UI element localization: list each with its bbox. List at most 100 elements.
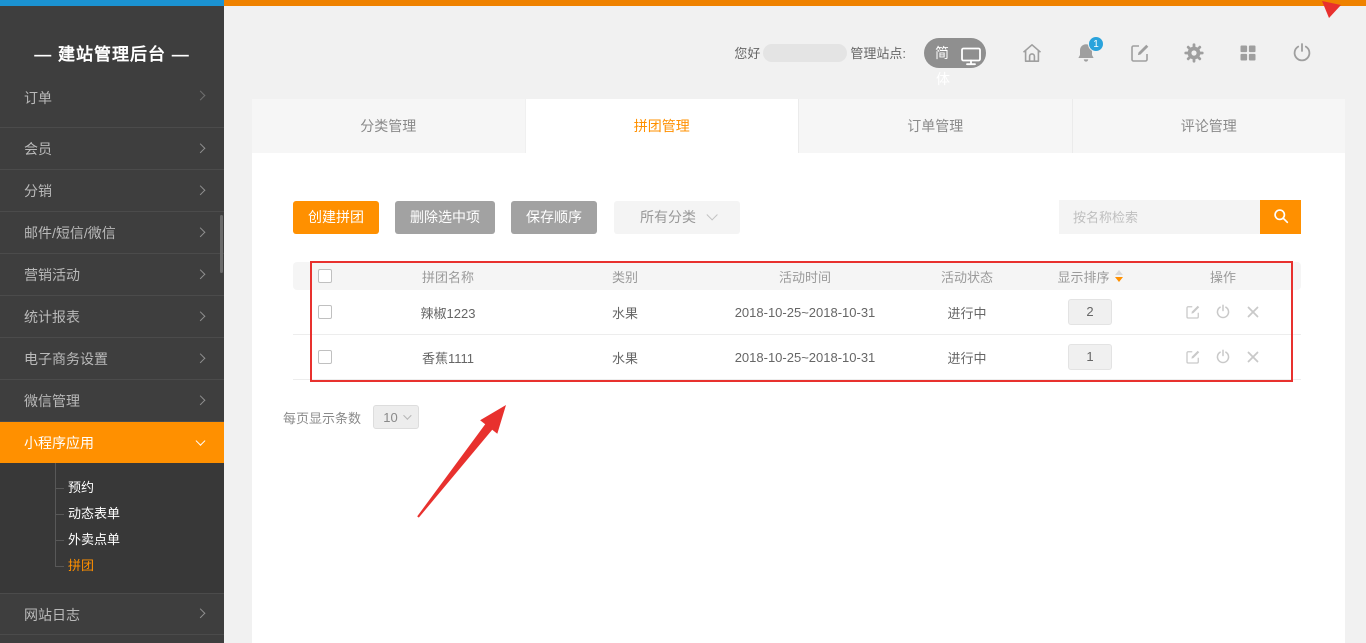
search-group (1059, 200, 1301, 234)
submenu-item-takeout-order[interactable]: 外卖点单 (0, 527, 224, 553)
chevron-right-icon (196, 227, 206, 237)
chevron-down-icon (196, 435, 206, 445)
tab-label: 拼团管理 (634, 116, 690, 136)
tab-comment-management[interactable]: 评论管理 (1072, 99, 1346, 153)
content-top-strip (224, 0, 1366, 6)
chevron-down-icon (403, 411, 411, 419)
edit-icon[interactable] (1184, 348, 1202, 366)
row-checkbox[interactable] (318, 350, 332, 364)
cell-category: 水果 (539, 348, 711, 367)
cell-status: 进行中 (899, 348, 1035, 367)
sidebar-item-label: 营销活动 (24, 267, 80, 283)
home-icon[interactable] (1020, 41, 1044, 65)
sidebar-item-label: 微信管理 (24, 393, 80, 409)
language-secondary-label: 体 (936, 69, 950, 89)
cell-name: 香蕉1111 (357, 348, 539, 367)
chevron-right-icon (196, 395, 206, 405)
topbar: 您好 管理站点: 简 体 (224, 6, 1366, 99)
sidebar-scrollbar[interactable] (220, 215, 223, 273)
submenu-item-group-buy[interactable]: 拼团 (0, 553, 224, 579)
topbar-icons: 1 (1020, 41, 1314, 65)
apps-grid-icon[interactable] (1236, 41, 1260, 65)
column-header-name: 拼团名称 (357, 267, 539, 286)
sidebar-item-label: 小程序应用 (24, 435, 94, 451)
language-primary-label: 简 (935, 43, 949, 63)
submenu-item-booking[interactable]: 预约 (0, 475, 224, 501)
username-redacted (763, 44, 847, 62)
column-header-sort[interactable]: 显示排序 (1035, 267, 1145, 286)
chevron-right-icon (196, 185, 206, 195)
sort-arrows-icon[interactable] (1115, 270, 1123, 282)
table-row: 辣椒1223 水果 2018-10-25~2018-10-31 进行中 2 (293, 290, 1301, 335)
sidebar-item-label: 分销 (24, 183, 52, 199)
sidebar-item-miniprogram-apps[interactable]: 小程序应用 (0, 421, 224, 463)
chevron-right-icon (196, 353, 206, 363)
page-size-label: 每页显示条数 (283, 408, 361, 427)
compose-icon[interactable] (1128, 41, 1152, 65)
sidebar-item-orders[interactable]: 订单 (0, 90, 224, 127)
power-icon[interactable] (1214, 348, 1232, 366)
sidebar-item-mail-sms-wechat[interactable]: 邮件/短信/微信 (0, 211, 224, 253)
search-button[interactable] (1260, 200, 1301, 234)
screen: — 建站管理后台 — 订单 会员 分销 邮件/短信/微信 营销活动 (0, 0, 1366, 643)
sidebar-item-statistics[interactable]: 统计报表 (0, 295, 224, 337)
bell-icon[interactable]: 1 (1074, 41, 1098, 65)
column-header-category: 类别 (539, 267, 711, 286)
sidebar: — 建站管理后台 — 订单 会员 分销 邮件/短信/微信 营销活动 (0, 0, 224, 643)
close-icon[interactable] (1244, 348, 1262, 366)
sidebar-item-ecommerce-settings[interactable]: 电子商务设置 (0, 337, 224, 379)
sidebar-item-label: 统计报表 (24, 309, 80, 325)
tab-order-management[interactable]: 订单管理 (798, 99, 1072, 153)
tab-label: 订单管理 (907, 116, 963, 136)
pagination-row: 每页显示条数 10 (283, 405, 419, 429)
cell-category: 水果 (539, 303, 711, 322)
sort-order-input[interactable]: 1 (1068, 344, 1112, 370)
sidebar-submenu: 预约 动态表单 外卖点单 拼团 (0, 463, 224, 593)
page-size-select[interactable]: 10 (373, 405, 419, 429)
tab-category-management[interactable]: 分类管理 (252, 99, 525, 153)
search-input[interactable] (1059, 200, 1260, 234)
sidebar-item-members[interactable]: 会员 (0, 127, 224, 169)
cell-time: 2018-10-25~2018-10-31 (711, 350, 899, 365)
category-filter-dropdown[interactable]: 所有分类 (614, 201, 740, 234)
tab-groupbuy-management[interactable]: 拼团管理 (525, 99, 799, 153)
sort-desc-icon (1115, 277, 1123, 282)
sidebar-item-distribution[interactable]: 分销 (0, 169, 224, 211)
sidebar-item-label: 网站日志 (24, 607, 80, 623)
sidebar-top-strip (0, 0, 224, 6)
table-row: 香蕉1111 水果 2018-10-25~2018-10-31 进行中 1 (293, 335, 1301, 380)
sort-order-input[interactable]: 2 (1068, 299, 1112, 325)
search-icon (1271, 206, 1291, 229)
sort-asc-icon (1115, 270, 1123, 275)
submenu-item-dynamic-forms[interactable]: 动态表单 (0, 501, 224, 527)
gear-icon[interactable] (1182, 41, 1206, 65)
row-checkbox[interactable] (318, 305, 332, 319)
cell-status: 进行中 (899, 303, 1035, 322)
language-toggle[interactable]: 简 (924, 38, 986, 68)
power-icon[interactable] (1214, 303, 1232, 321)
column-header-sort-label: 显示排序 (1057, 267, 1109, 286)
power-icon[interactable] (1290, 41, 1314, 65)
chevron-right-icon (196, 91, 206, 101)
app-title: — 建站管理后台 — (0, 0, 224, 90)
table-header-row: 拼团名称 类别 活动时间 活动状态 显示排序 操作 (293, 262, 1301, 290)
sidebar-item-label: 会员 (24, 141, 52, 157)
sidebar-item-site-logs[interactable]: 网站日志 (0, 593, 224, 635)
greeting-text: 您好 (734, 43, 760, 62)
chevron-right-icon (196, 311, 206, 321)
notification-badge: 1 (1088, 36, 1104, 52)
category-filter-label: 所有分类 (640, 207, 696, 227)
create-groupbuy-button[interactable]: 创建拼团 (293, 201, 379, 234)
select-all-checkbox[interactable] (318, 269, 332, 283)
close-icon[interactable] (1244, 303, 1262, 321)
toolbar: 创建拼团 删除选中项 保存顺序 所有分类 (293, 200, 1301, 234)
sidebar-menu: 订单 会员 分销 邮件/短信/微信 营销活动 统计报表 (0, 90, 224, 635)
page-size-value: 10 (383, 410, 397, 425)
sidebar-item-label: 邮件/短信/微信 (24, 225, 116, 241)
delete-selected-button[interactable]: 删除选中项 (395, 201, 495, 234)
save-order-button[interactable]: 保存顺序 (511, 201, 597, 234)
column-header-operations: 操作 (1145, 267, 1301, 286)
sidebar-item-wechat-management[interactable]: 微信管理 (0, 379, 224, 421)
sidebar-item-marketing[interactable]: 营销活动 (0, 253, 224, 295)
edit-icon[interactable] (1184, 303, 1202, 321)
